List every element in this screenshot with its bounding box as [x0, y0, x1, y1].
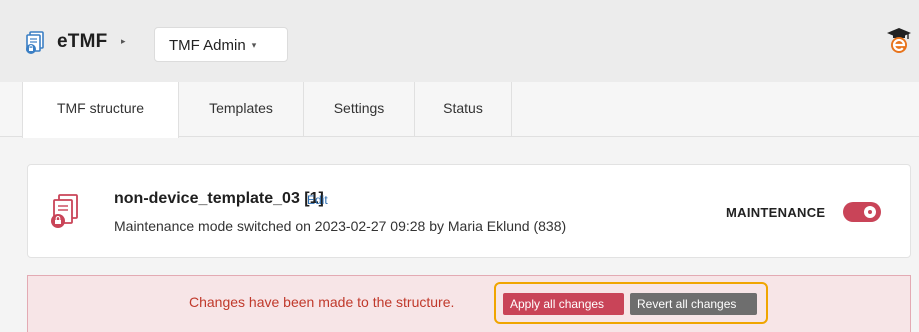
edit-link[interactable]: Edit: [307, 193, 328, 207]
tab-tmf-structure[interactable]: TMF structure: [22, 82, 179, 138]
tab-status[interactable]: Status: [415, 82, 512, 137]
alert-message: Changes have been made to the structure.: [189, 294, 455, 310]
locked-documents-icon: [50, 194, 80, 230]
maintenance-info-text: Maintenance mode switched on 2023-02-27 …: [114, 218, 567, 234]
breadcrumb-separator-icon: ▸: [121, 36, 126, 46]
user-graduation-cap-icon[interactable]: [887, 26, 911, 54]
maintenance-label: MAINTENANCE: [726, 205, 826, 220]
etmf-logo-icon: [24, 31, 46, 55]
changes-alert: Changes have been made to the structure.…: [27, 275, 911, 332]
apply-all-changes-button[interactable]: Apply all changes: [503, 293, 624, 315]
toggle-knob-dot: [868, 210, 872, 214]
app-name[interactable]: eTMF: [57, 31, 107, 53]
top-bar: eTMF ▸ TMF Admin ▾: [0, 0, 919, 82]
chevron-down-icon: ▾: [251, 40, 257, 50]
revert-all-changes-button[interactable]: Revert all changes: [630, 293, 757, 315]
maintenance-toggle[interactable]: [843, 202, 881, 222]
tab-templates[interactable]: Templates: [179, 82, 304, 137]
section-dropdown[interactable]: TMF Admin ▾: [154, 27, 288, 62]
tab-bar: TMF structure Templates Settings Status: [0, 82, 919, 138]
dropdown-selected-value: TMF Admin: [169, 37, 246, 54]
tab-settings[interactable]: Settings: [304, 82, 415, 137]
template-card: non-device_template_03 [1] Edit Maintena…: [27, 164, 911, 258]
template-title: non-device_template_03 [1]: [114, 190, 324, 207]
